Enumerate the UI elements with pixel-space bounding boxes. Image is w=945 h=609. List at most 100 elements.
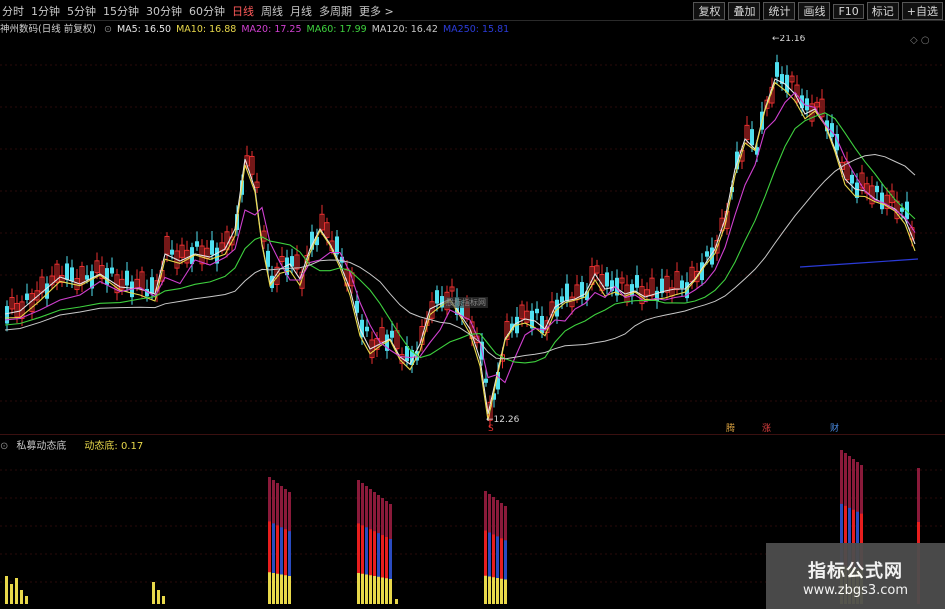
toolbar-buttons: 复权 叠加 统计 画线 F10 标记 +自选 (690, 2, 943, 20)
indicator-bar (10, 584, 13, 604)
indicator-bar (152, 582, 155, 604)
candle-body (45, 283, 49, 299)
ma120-line (4, 153, 916, 360)
period-tab[interactable]: 30分钟 (146, 5, 182, 18)
candle-body (360, 319, 364, 338)
indicator-bar (488, 576, 491, 604)
candle-body (635, 275, 639, 288)
indicator-bar (504, 579, 507, 604)
period-tab[interactable]: 1分钟 (31, 5, 60, 18)
indicator-bar (377, 576, 380, 604)
indicator-bar (20, 590, 23, 604)
signal-marker: S (488, 424, 494, 433)
period-tab[interactable]: 月线 (290, 5, 312, 18)
indicator-bar (385, 578, 388, 604)
candle-body (565, 283, 569, 302)
toolbar-button[interactable]: 统计 (763, 2, 796, 20)
candle-body (750, 129, 754, 146)
candle-body (25, 293, 29, 300)
candlestick-chart[interactable]: ←21.16←12.26S 腾涨财◇ ○ (0, 35, 945, 433)
indicator-bar (5, 576, 8, 604)
toolbar-button[interactable]: 叠加 (728, 2, 761, 20)
candle-body (70, 267, 74, 282)
indicator-bar (484, 575, 487, 604)
candle-body (484, 378, 488, 383)
watermark-title: 指标公式网 (808, 561, 903, 582)
candle-body (705, 251, 709, 257)
candle-body (125, 270, 129, 286)
diamond-icon: ◇ ○ (910, 35, 930, 46)
indicator-bar (157, 590, 160, 604)
signal-marker: 腾 (726, 422, 735, 433)
period-tab[interactable]: 15分钟 (103, 5, 139, 18)
high-price-label: ←21.16 (772, 35, 806, 44)
period-tab[interactable]: 日线 (232, 5, 254, 18)
candle-body (540, 315, 544, 334)
period-tab[interactable]: 60分钟 (189, 5, 225, 18)
candle-body (850, 174, 854, 184)
candle-body (605, 272, 609, 287)
indicator-bar (272, 573, 275, 604)
pane-divider (0, 434, 945, 435)
indicator-bar (15, 578, 18, 604)
candle-body (775, 62, 779, 77)
ma10-line (4, 81, 916, 421)
ma-value: MA10: 16.88 (176, 24, 237, 35)
ma-value: MA250: 15.81 (442, 24, 510, 35)
period-tab[interactable]: 更多 > (359, 5, 394, 18)
indicator-bar (361, 573, 364, 604)
candle-body (390, 330, 394, 338)
indicator-bar (162, 596, 165, 604)
indicator-bar (496, 578, 499, 604)
indicator-bar (500, 578, 503, 604)
signal-marker: 财 (830, 422, 839, 433)
period-toolbar: 分时 1分钟 5分钟 15分钟 30分钟 60分钟 日线 周线 月线 多周期 更多 > 复权 叠加 统计… (0, 0, 945, 21)
ma250-line (799, 258, 919, 268)
period-tab[interactable]: 分时 (2, 5, 24, 18)
indicator-bar (25, 596, 28, 604)
candle-body (210, 240, 214, 255)
period-tab[interactable]: 周线 (261, 5, 283, 18)
ma-value: MA60: 17.99 (306, 24, 367, 35)
period-tab[interactable]: 多周期 (319, 5, 352, 18)
indicator-bar (389, 579, 392, 604)
indicator-bar (365, 574, 368, 604)
indicator-bar (280, 574, 283, 604)
toolbar-button[interactable]: 复权 (693, 2, 726, 20)
indicator-bar (357, 573, 360, 604)
indicator-bar (288, 576, 291, 604)
toolbar-button[interactable]: +自选 (901, 2, 943, 20)
center-watermark: 股标指标网 (444, 297, 488, 308)
period-tabs: 分时 1分钟 5分钟 15分钟 30分钟 60分钟 日线 周线 月线 多周期 更多 > (2, 3, 401, 19)
candle-body (875, 185, 879, 193)
signal-marker: 涨 (762, 423, 771, 433)
candle-body (150, 277, 154, 294)
indicator-bar (369, 575, 372, 604)
candle-body (110, 267, 114, 274)
period-tab[interactable]: 5分钟 (67, 5, 96, 18)
indicator-bar (276, 573, 279, 604)
toolbar-button[interactable]: 画线 (798, 2, 831, 20)
candle-body (65, 263, 69, 280)
ma-value: MA20: 17.25 (241, 24, 302, 35)
candle-body (195, 241, 199, 247)
candle-body (805, 98, 809, 111)
candle-body (5, 306, 9, 324)
ma5-line (4, 78, 916, 415)
ma-value: MA5: 16.50 (116, 24, 172, 35)
site-watermark: 指标公式网 www.zbgs3.com (766, 543, 945, 609)
toolbar-button[interactable]: 标记 (866, 2, 899, 20)
toolbar-button[interactable]: F10 (833, 4, 864, 19)
ma-info-bar: 神州数码(日线 前复权) ⊙ MA5: 16.50 MA10: 16.88 MA20:… (0, 21, 514, 35)
watermark-url: www.zbgs3.com (802, 583, 909, 598)
candle-body (435, 290, 439, 304)
indicator-bar (395, 599, 398, 604)
ma-value: MA120: 16.42 (371, 24, 438, 35)
indicator-bar (268, 572, 271, 604)
candle-body (785, 74, 789, 93)
candle-body (335, 236, 339, 255)
candle-body (365, 326, 369, 332)
indicator-bar (373, 576, 376, 604)
indicator-settings-icon[interactable]: ⊙ (104, 24, 112, 35)
indicator-bar (492, 577, 495, 604)
